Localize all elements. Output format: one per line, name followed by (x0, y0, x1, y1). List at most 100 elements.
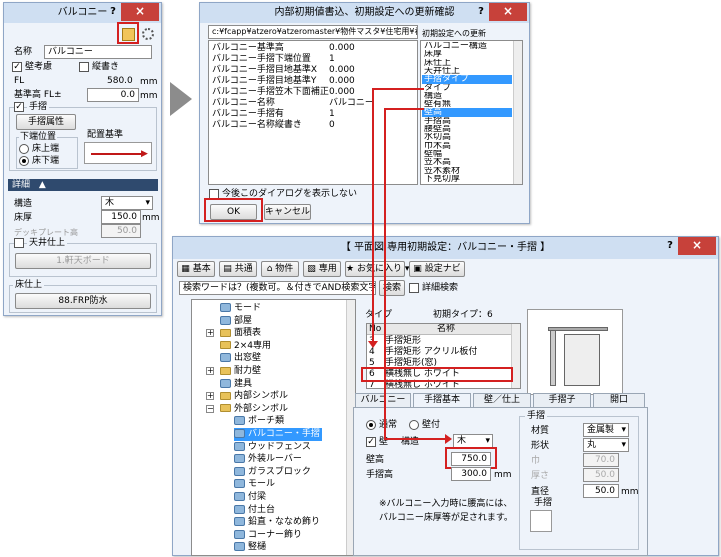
cancel-button[interactable]: キャンセル (264, 204, 311, 220)
basic-button[interactable]: ▦ 基本 (177, 261, 215, 277)
tree-item[interactable]: 2×4専用 (220, 340, 271, 353)
close-button[interactable]: × (121, 3, 159, 21)
layout-base-selector[interactable]: ▶ (84, 142, 152, 164)
detail-search-checkbox[interactable] (409, 283, 419, 293)
type-row[interactable]: 3手摺矩形 (367, 336, 511, 347)
tree-item[interactable]: 内部シンボル (220, 390, 288, 403)
thick-label: 厚さ (531, 471, 550, 481)
tree-item[interactable]: ウッドフェンス (234, 441, 311, 454)
tab-4[interactable]: 開口 (593, 393, 645, 407)
item-icon (234, 479, 245, 489)
dedicated-button[interactable]: ▧ 専用 (303, 261, 341, 277)
vertical-checkbox[interactable] (79, 62, 89, 72)
tree-item[interactable]: 付土台 (234, 504, 275, 517)
base-height-label: 基準高 FL± (14, 90, 62, 100)
expander-icon[interactable]: − (206, 404, 214, 413)
shape-select[interactable]: 丸 (583, 438, 629, 452)
wall-consider-checkbox[interactable]: ✓ (12, 62, 22, 72)
param-key: バルコニー名称 (212, 98, 275, 108)
floor-finish-button[interactable]: 88.FRP防水 (15, 293, 151, 309)
expander-icon[interactable]: + (206, 329, 214, 338)
connector-line (372, 88, 424, 90)
navi-button[interactable]: ▣ 設定ナビ (409, 261, 465, 277)
type-list-header: No 名称 (367, 324, 520, 335)
tree-item[interactable]: 耐力壁 (220, 365, 261, 378)
floor-thick-unit: mm (142, 213, 160, 223)
floor-top-label: 床上端 (32, 144, 60, 154)
tree-item[interactable]: 竪樋 (234, 541, 266, 554)
handrail-label: 手摺 (27, 102, 50, 113)
update-list[interactable]: バルコニー構造 床厚 床仕上 天井仕上 手摺タイプ タイプ 構造 壁有無 壁高 手摺高 腰壁高 水切高… (420, 40, 523, 185)
width-field[interactable]: 70.0 (583, 453, 619, 467)
rail-height-unit: mm (494, 470, 512, 480)
param-list[interactable]: バルコニー基準高 0.000 バルコニー手摺下端位置 1 バルコニー手摺目地基準X 0.0… (208, 40, 418, 185)
close-button[interactable]: × (678, 237, 716, 255)
deck-field[interactable]: 50.0 (101, 224, 141, 238)
ceiling-checkbox[interactable] (14, 238, 24, 248)
tree-item[interactable]: バルコニー・手摺 (234, 428, 322, 441)
favorite-button[interactable]: ★ お気に入り ▾ (345, 261, 409, 277)
wall-checkbox[interactable]: ✓ (366, 437, 376, 447)
wall-height-highlight (445, 447, 497, 469)
tree-item[interactable]: 部屋 (220, 315, 252, 328)
handrail-checkbox[interactable]: ✓ (14, 102, 24, 112)
name-label: 名称 (14, 47, 33, 57)
thick-field[interactable]: 50.0 (583, 468, 619, 482)
rail-preview-box[interactable] (530, 510, 552, 532)
help-button[interactable]: ? (475, 5, 487, 19)
common-button[interactable]: ▤ 共通 (219, 261, 257, 277)
detail-header[interactable]: 詳細 ▲ (8, 179, 158, 191)
tree-item[interactable]: 建具 (220, 378, 252, 391)
category-tree[interactable]: モード 部屋 + 面積表 2×4専用 出窓壁 + 耐力壁 建具 + 内部シンボル − 外部シンボル ポーチ… (191, 299, 356, 556)
floor-finish-label: 床仕上 (13, 280, 45, 291)
diameter-unit: mm (621, 487, 639, 497)
ceiling-button[interactable]: 1.軒天ボード (15, 253, 151, 269)
structure-select-2[interactable]: 木 (453, 434, 493, 448)
tree-item[interactable]: 付梁 (234, 491, 266, 504)
help-button[interactable]: ? (664, 239, 676, 253)
tree-item[interactable]: 外部シンボル (220, 403, 288, 416)
tree-item[interactable]: モール (234, 478, 275, 491)
param-value: 0.000 (329, 65, 355, 75)
rail-height-field[interactable]: 300.0 (451, 467, 491, 481)
wall-attach-radio[interactable] (409, 420, 419, 430)
structure-select[interactable]: 木 (101, 196, 153, 210)
normal-radio[interactable] (366, 420, 376, 430)
tree-item[interactable]: コーナー飾り (234, 529, 302, 542)
tree-item-label: コーナー飾り (248, 529, 303, 540)
floor-thick-field[interactable]: 150.0 (101, 210, 141, 224)
gear-icon[interactable] (142, 28, 154, 40)
tree-item[interactable]: ガラスブロック (234, 466, 311, 479)
tab-3[interactable]: 手摺子 (533, 393, 591, 407)
tree-item-label: ガラスブロック (248, 466, 311, 477)
tree-item[interactable]: モード (220, 302, 261, 315)
update-scrollbar[interactable] (513, 41, 522, 184)
tab-2[interactable]: 壁／仕上 (473, 393, 531, 407)
tree-item[interactable]: 面積表 (220, 327, 261, 340)
base-height-field[interactable]: 0.0 (87, 88, 139, 102)
name-field[interactable]: バルコニー (44, 45, 152, 59)
tree-item[interactable]: 鉛直・ななめ飾り (234, 516, 320, 529)
tree-item[interactable]: ポーチ類 (234, 415, 284, 428)
diameter-label: 直径 (531, 487, 550, 497)
layout-base-label: 配置基準 (87, 130, 124, 140)
property-button[interactable]: ⌂ 物件 (261, 261, 299, 277)
close-button[interactable]: × (489, 3, 527, 21)
update-item[interactable]: 下見切厚 (422, 175, 512, 184)
expander-icon[interactable]: + (206, 367, 214, 375)
help-button[interactable]: ? (107, 5, 119, 19)
handrail-attr-button[interactable]: 手摺属性 (16, 114, 76, 130)
type-row[interactable]: 4 手摺矩形 アクリル板付 (367, 347, 511, 358)
tree-item[interactable]: 出窓壁 (220, 352, 261, 365)
search-input[interactable]: 検索ワードは？(複数可。＆付きでAND検索文字) (179, 281, 376, 295)
width-label: 巾 (531, 456, 541, 466)
expander-icon[interactable]: + (206, 392, 214, 401)
diameter-field[interactable]: 50.0 (583, 484, 619, 498)
material-select[interactable]: 金属製 (583, 423, 629, 437)
floor-top-radio[interactable] (19, 144, 29, 154)
tree-item[interactable]: 外装ルーバー (234, 453, 302, 466)
floor-bottom-radio[interactable] (19, 156, 29, 166)
tab-0[interactable]: バルコニー (355, 393, 411, 407)
search-button[interactable]: 検索 (379, 280, 405, 296)
tab-1[interactable]: 手摺基本 (413, 393, 471, 408)
